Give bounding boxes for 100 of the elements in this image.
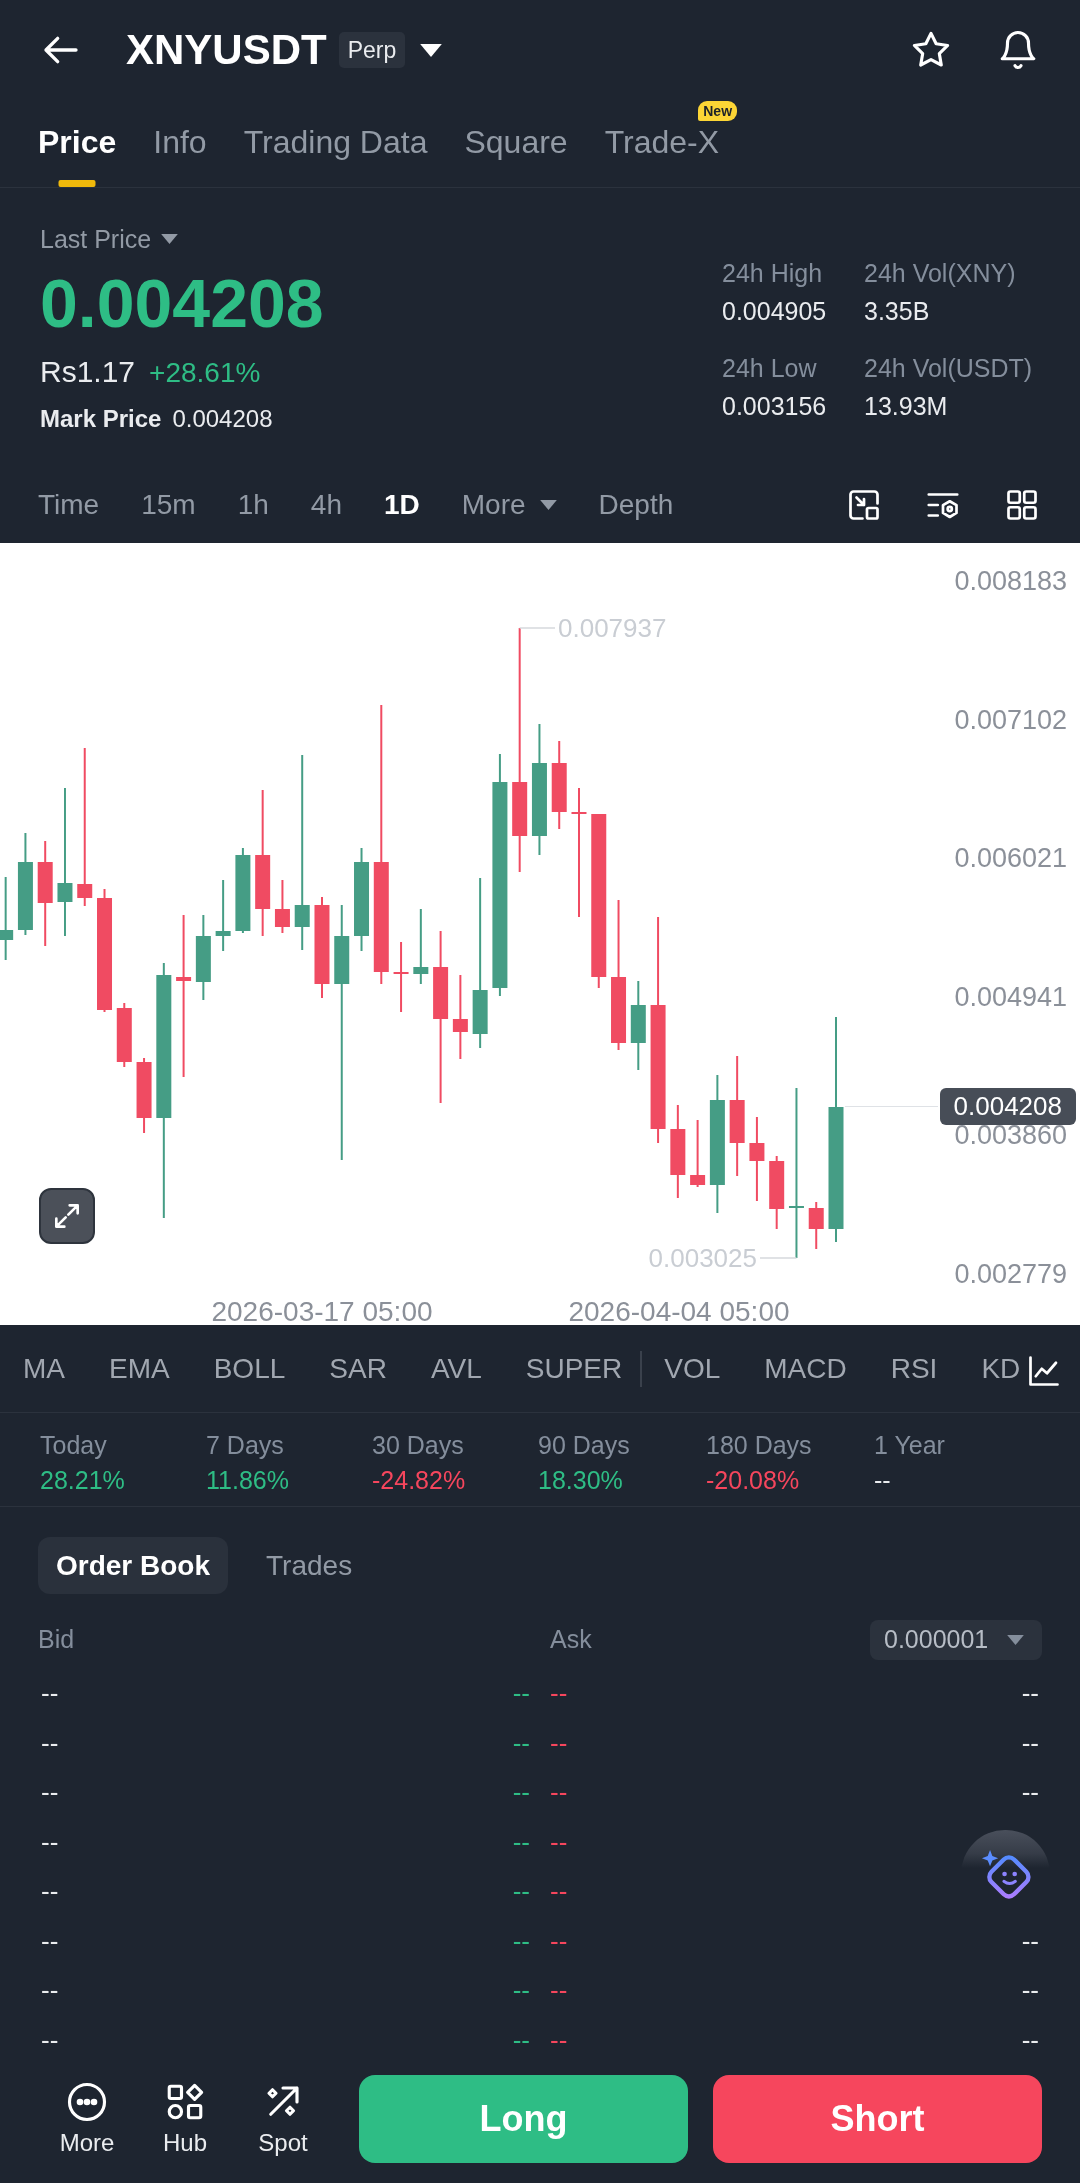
indicator-button[interactable]: MACD [764, 1352, 847, 1385]
interval-tab[interactable]: Depth [598, 488, 674, 521]
new-badge: New [698, 101, 738, 121]
indicator-button[interactable]: KD [981, 1352, 1021, 1385]
stat-label: 24h Vol(XNY) [864, 258, 1017, 288]
candlestick [274, 879, 290, 934]
symbol-title: XNYUSDT [126, 26, 327, 74]
stat-value: 3.35B [864, 296, 931, 326]
bid-amount: -- [41, 1876, 59, 1908]
price-axis-label: 0.002779 [954, 1259, 1067, 1289]
bid-amount: -- [41, 1777, 59, 1809]
ask-heading: Ask [550, 1625, 592, 1654]
stat-value: 0.004905 [722, 296, 828, 326]
price-axis-label: 0.007102 [954, 704, 1067, 735]
candlestick [808, 1201, 824, 1250]
ask-price: -- [550, 1925, 568, 1957]
action-button[interactable]: More [47, 2075, 127, 2163]
last-price-tag: 0.004208 [939, 1088, 1076, 1125]
candlestick [393, 941, 409, 1013]
ellipsis-icon [66, 2081, 108, 2123]
bid-amount: -- [41, 1925, 59, 1957]
ask-price: -- [550, 1975, 568, 2007]
ask-price: -- [550, 1876, 568, 1908]
book-tab[interactable]: Trades [248, 1537, 371, 1594]
tab[interactable]: Info [153, 123, 207, 187]
fullscreen-button[interactable] [39, 1188, 95, 1244]
bid-price: -- [512, 1826, 530, 1858]
period-label: 180 Days [706, 1430, 813, 1460]
action-button[interactable]: Hub [145, 2075, 225, 2163]
tab[interactable]: Trade-X [604, 123, 720, 187]
bid-amount: -- [41, 1678, 59, 1710]
candlestick [690, 1119, 706, 1188]
period-change: -24.82% [372, 1465, 467, 1495]
bid-amount: -- [41, 1975, 59, 2007]
indicator-button[interactable]: MA [23, 1352, 65, 1385]
bid-amount: -- [41, 1727, 59, 1759]
stat-label: 24h Low [722, 353, 818, 383]
last-price: 0.004208 [40, 265, 324, 341]
interval-tab[interactable]: 4h [310, 488, 342, 521]
time-axis-label: 2026-04-04 05:00 [568, 1295, 790, 1325]
bid-price: -- [512, 1975, 530, 2007]
indicator-button[interactable]: EMA [109, 1352, 170, 1385]
period-label: 90 Days [538, 1430, 631, 1460]
interval-tab[interactable]: More [461, 488, 557, 521]
bid-price: -- [512, 2024, 530, 2056]
indicator-button[interactable]: VOL [664, 1352, 721, 1385]
stat-label: 24h Vol(USDT) [864, 353, 1034, 383]
period-label: 1 Year [874, 1430, 946, 1460]
stat-label: 24h High [722, 258, 824, 288]
stat-value: 13.93M [864, 391, 949, 421]
ask-amount: -- [1021, 1777, 1039, 1809]
period-change: 28.21% [40, 1465, 126, 1495]
price-change: +28.61% [149, 356, 261, 390]
period-label: 30 Days [372, 1430, 465, 1460]
bid-price: -- [512, 1876, 530, 1908]
period-change: 18.30% [538, 1465, 624, 1495]
interval-tab[interactable]: Time [38, 488, 100, 521]
contract-badge: Perp [338, 32, 406, 68]
indicator-button[interactable]: RSI [890, 1352, 938, 1385]
indicator-button[interactable]: AVL [430, 1352, 482, 1385]
indicator-button[interactable]: BOLL [213, 1352, 286, 1385]
short-button[interactable]: Short [713, 2075, 1042, 2163]
tab[interactable]: Trading Data [243, 123, 428, 187]
ask-price: -- [550, 2024, 568, 2056]
bid-price: -- [512, 1727, 530, 1759]
period-change: 11.86% [206, 1465, 290, 1495]
indicator-button[interactable]: SAR [329, 1352, 387, 1385]
stat-value: 0.003156 [722, 391, 828, 421]
bid-price: -- [512, 1777, 530, 1809]
caret-icon[interactable] [420, 43, 443, 57]
bid-price: -- [512, 1925, 530, 1957]
ask-price: -- [550, 1777, 568, 1809]
book-tab[interactable]: Order Book [38, 1537, 229, 1594]
caret-icon [161, 234, 179, 244]
ask-amount: -- [1021, 1925, 1039, 1957]
ask-amount: -- [1021, 1727, 1039, 1759]
indicator-button[interactable]: SUPER [525, 1352, 623, 1385]
interval-tab[interactable]: 1h [237, 488, 269, 521]
price-type-dropdown[interactable]: Last Price [40, 224, 179, 254]
bid-heading: Bid [38, 1625, 75, 1654]
price-axis-label: 0.004941 [954, 981, 1067, 1012]
precision-dropdown[interactable]: 0.000001 [870, 1619, 1042, 1660]
interval-tab[interactable]: 1D [383, 488, 420, 521]
caret-icon [1007, 1634, 1024, 1645]
mark-price-value: 0.004208 [172, 405, 273, 433]
fiat-price: Rs1.17 [40, 354, 136, 390]
tab[interactable]: Square [464, 123, 568, 187]
interval-tab[interactable]: 15m [141, 488, 196, 521]
ask-price: -- [550, 1727, 568, 1759]
ask-price: -- [550, 1678, 568, 1710]
mark-price-label: Mark Price [40, 405, 162, 433]
bid-amount: -- [41, 2024, 59, 2056]
ask-amount: -- [1021, 1975, 1039, 2007]
candlestick [116, 1002, 132, 1068]
ask-amount: -- [1021, 2024, 1039, 2056]
period-change: -- [874, 1465, 892, 1495]
action-button[interactable]: Spot [243, 2075, 323, 2163]
line-chart-icon [1026, 1353, 1062, 1389]
tab[interactable]: Price [38, 123, 117, 187]
price-axis-label: 0.006021 [954, 843, 1067, 874]
